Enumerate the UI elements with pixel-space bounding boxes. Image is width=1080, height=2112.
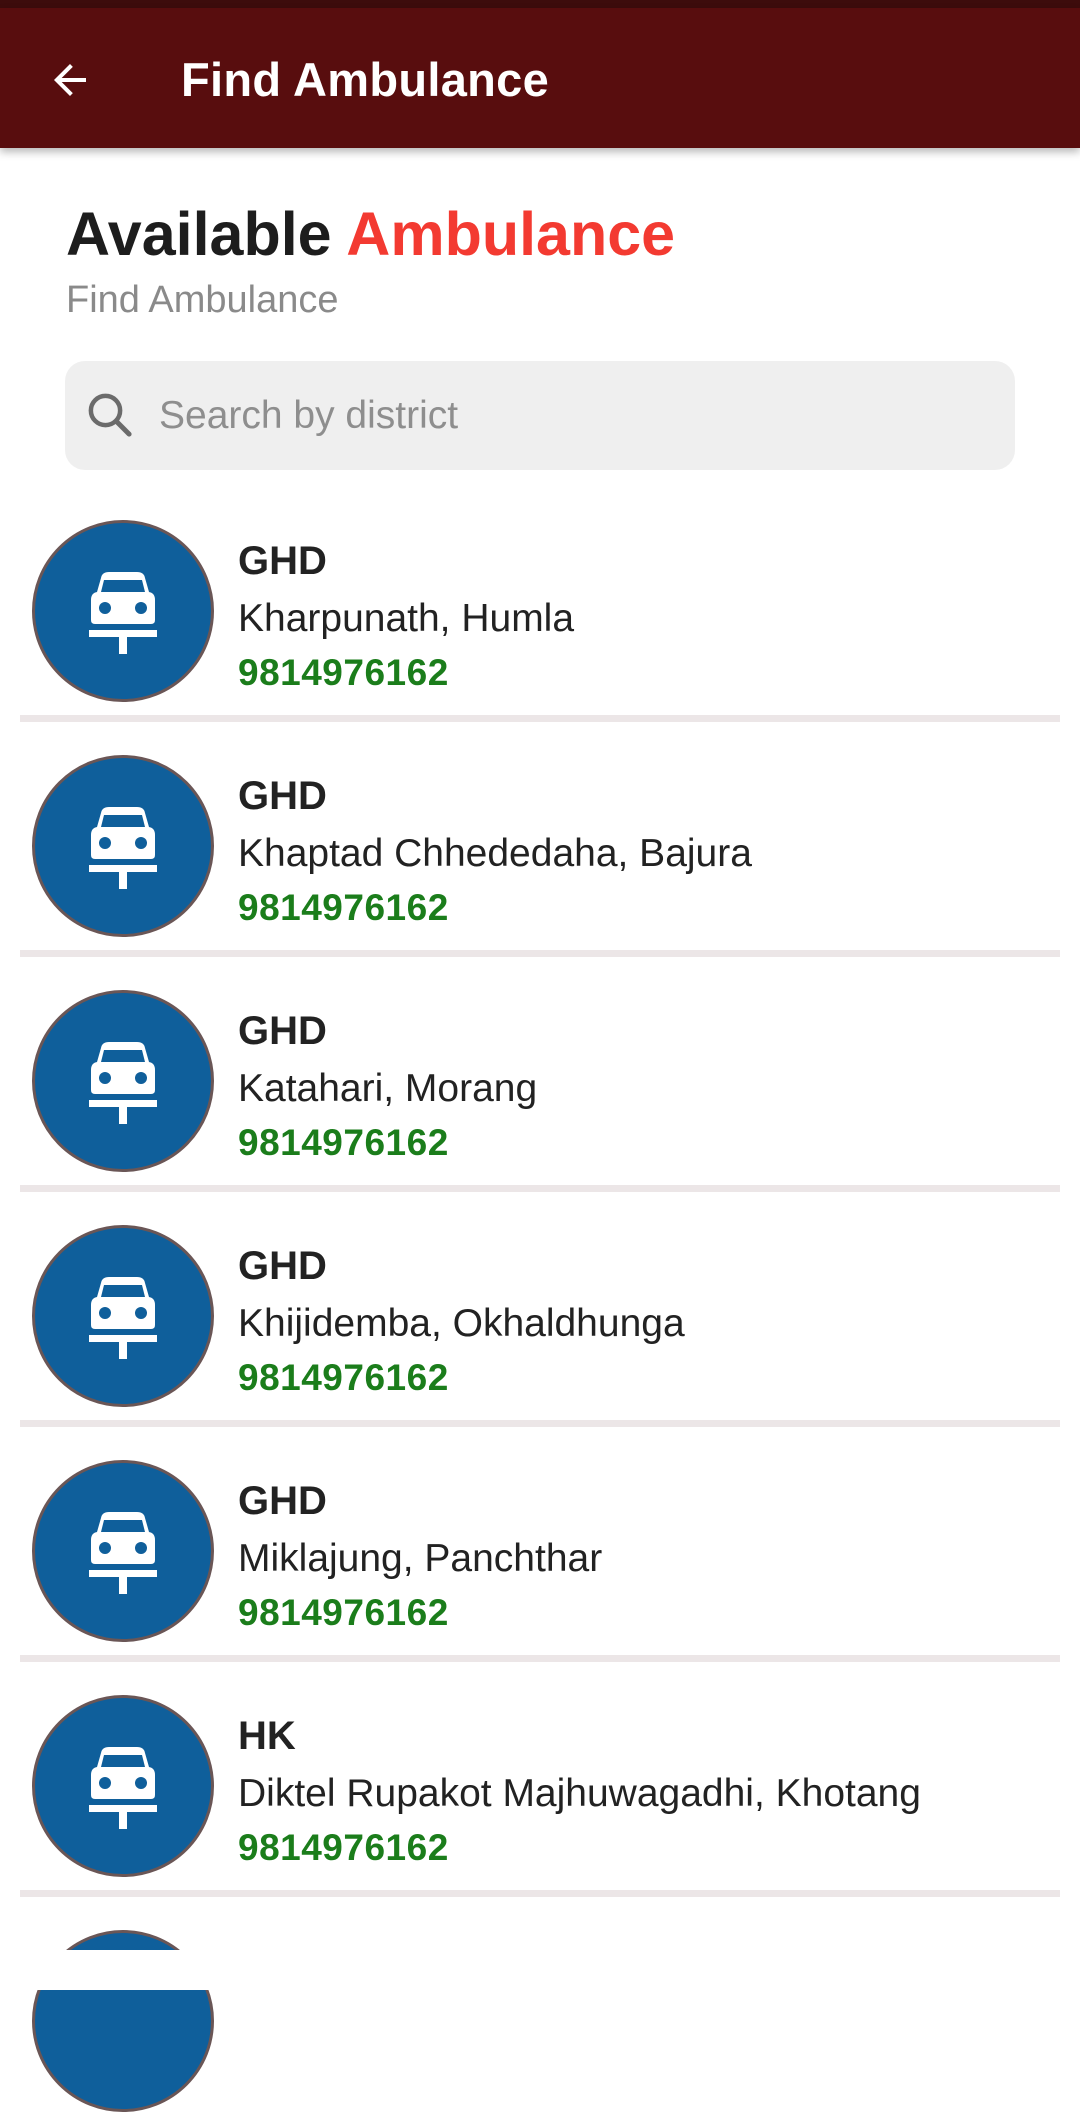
ambulance-location: Khaptad Chhededaha, Bajura xyxy=(238,832,752,875)
avatar xyxy=(32,520,214,702)
ambulance-phone[interactable]: 9814976162 xyxy=(238,650,449,696)
ambulance-icon xyxy=(89,1512,157,1594)
bottom-area xyxy=(0,1950,1080,1990)
avatar xyxy=(32,755,214,937)
ambulance-icon xyxy=(89,1277,157,1359)
ambulance-list: GHD Kharpunath, Humla 9814976162 GHD Kha… xyxy=(0,516,1080,1926)
search-input[interactable] xyxy=(93,361,923,470)
list-item[interactable]: GHD Miklajung, Panchthar 9814976162 xyxy=(0,1456,1080,1691)
ambulance-name: HK xyxy=(238,1714,296,1758)
status-bar-strip xyxy=(0,0,1080,8)
ambulance-name: GHD xyxy=(238,1009,327,1053)
ambulance-name: GHD xyxy=(238,1479,327,1523)
avatar xyxy=(32,990,214,1172)
arrow-left-icon xyxy=(54,64,86,96)
ambulance-icon xyxy=(89,572,157,654)
ambulance-location: Diktel Rupakot Majhuwagadhi, Khotang xyxy=(238,1772,921,1815)
ambulance-icon xyxy=(89,807,157,889)
ambulance-phone[interactable]: 9814976162 xyxy=(238,1355,449,1401)
search-bar[interactable] xyxy=(65,361,1015,470)
divider xyxy=(20,1420,1060,1427)
ambulance-phone[interactable]: 9814976162 xyxy=(238,1120,449,1166)
divider xyxy=(20,950,1060,957)
app-bar: Find Ambulance xyxy=(0,8,1080,148)
ambulance-name: GHD xyxy=(238,539,327,583)
divider xyxy=(20,715,1060,722)
ambulance-name: GHD xyxy=(238,774,327,818)
app-bar-title: Find Ambulance xyxy=(181,53,550,106)
ambulance-icon xyxy=(89,1042,157,1124)
avatar xyxy=(32,1695,214,1877)
ambulance-name: GHD xyxy=(238,1244,327,1288)
back-button[interactable] xyxy=(30,40,110,120)
ambulance-location: Miklajung, Panchthar xyxy=(238,1537,603,1580)
divider xyxy=(20,1655,1060,1662)
page-title: Available Ambulance xyxy=(66,198,675,270)
list-item[interactable]: HK Diktel Rupakot Majhuwagadhi, Khotang … xyxy=(0,1691,1080,1926)
ambulance-location: Katahari, Morang xyxy=(238,1067,538,1110)
ambulance-location: Khijidemba, Okhaldhunga xyxy=(238,1302,685,1345)
divider xyxy=(20,1890,1060,1897)
avatar xyxy=(32,1460,214,1642)
ambulance-phone[interactable]: 9814976162 xyxy=(238,1825,449,1871)
list-item[interactable]: GHD Khijidemba, Okhaldhunga 9814976162 xyxy=(0,1221,1080,1456)
divider xyxy=(20,1185,1060,1192)
ambulance-location: Kharpunath, Humla xyxy=(238,597,575,640)
ambulance-icon xyxy=(89,1747,157,1829)
ambulance-phone[interactable]: 9814976162 xyxy=(238,1590,449,1636)
list-item[interactable]: GHD Katahari, Morang 9814976162 xyxy=(0,986,1080,1221)
page-title-accent: Ambulance xyxy=(346,200,676,268)
ambulance-phone[interactable]: 9814976162 xyxy=(238,885,449,931)
page-subtitle: Find Ambulance xyxy=(66,279,339,321)
page-title-main: Available xyxy=(66,200,332,268)
avatar xyxy=(32,1225,214,1407)
list-item[interactable]: GHD Khaptad Chhededaha, Bajura 981497616… xyxy=(0,751,1080,986)
list-item[interactable]: GHD Kharpunath, Humla 9814976162 xyxy=(0,516,1080,751)
